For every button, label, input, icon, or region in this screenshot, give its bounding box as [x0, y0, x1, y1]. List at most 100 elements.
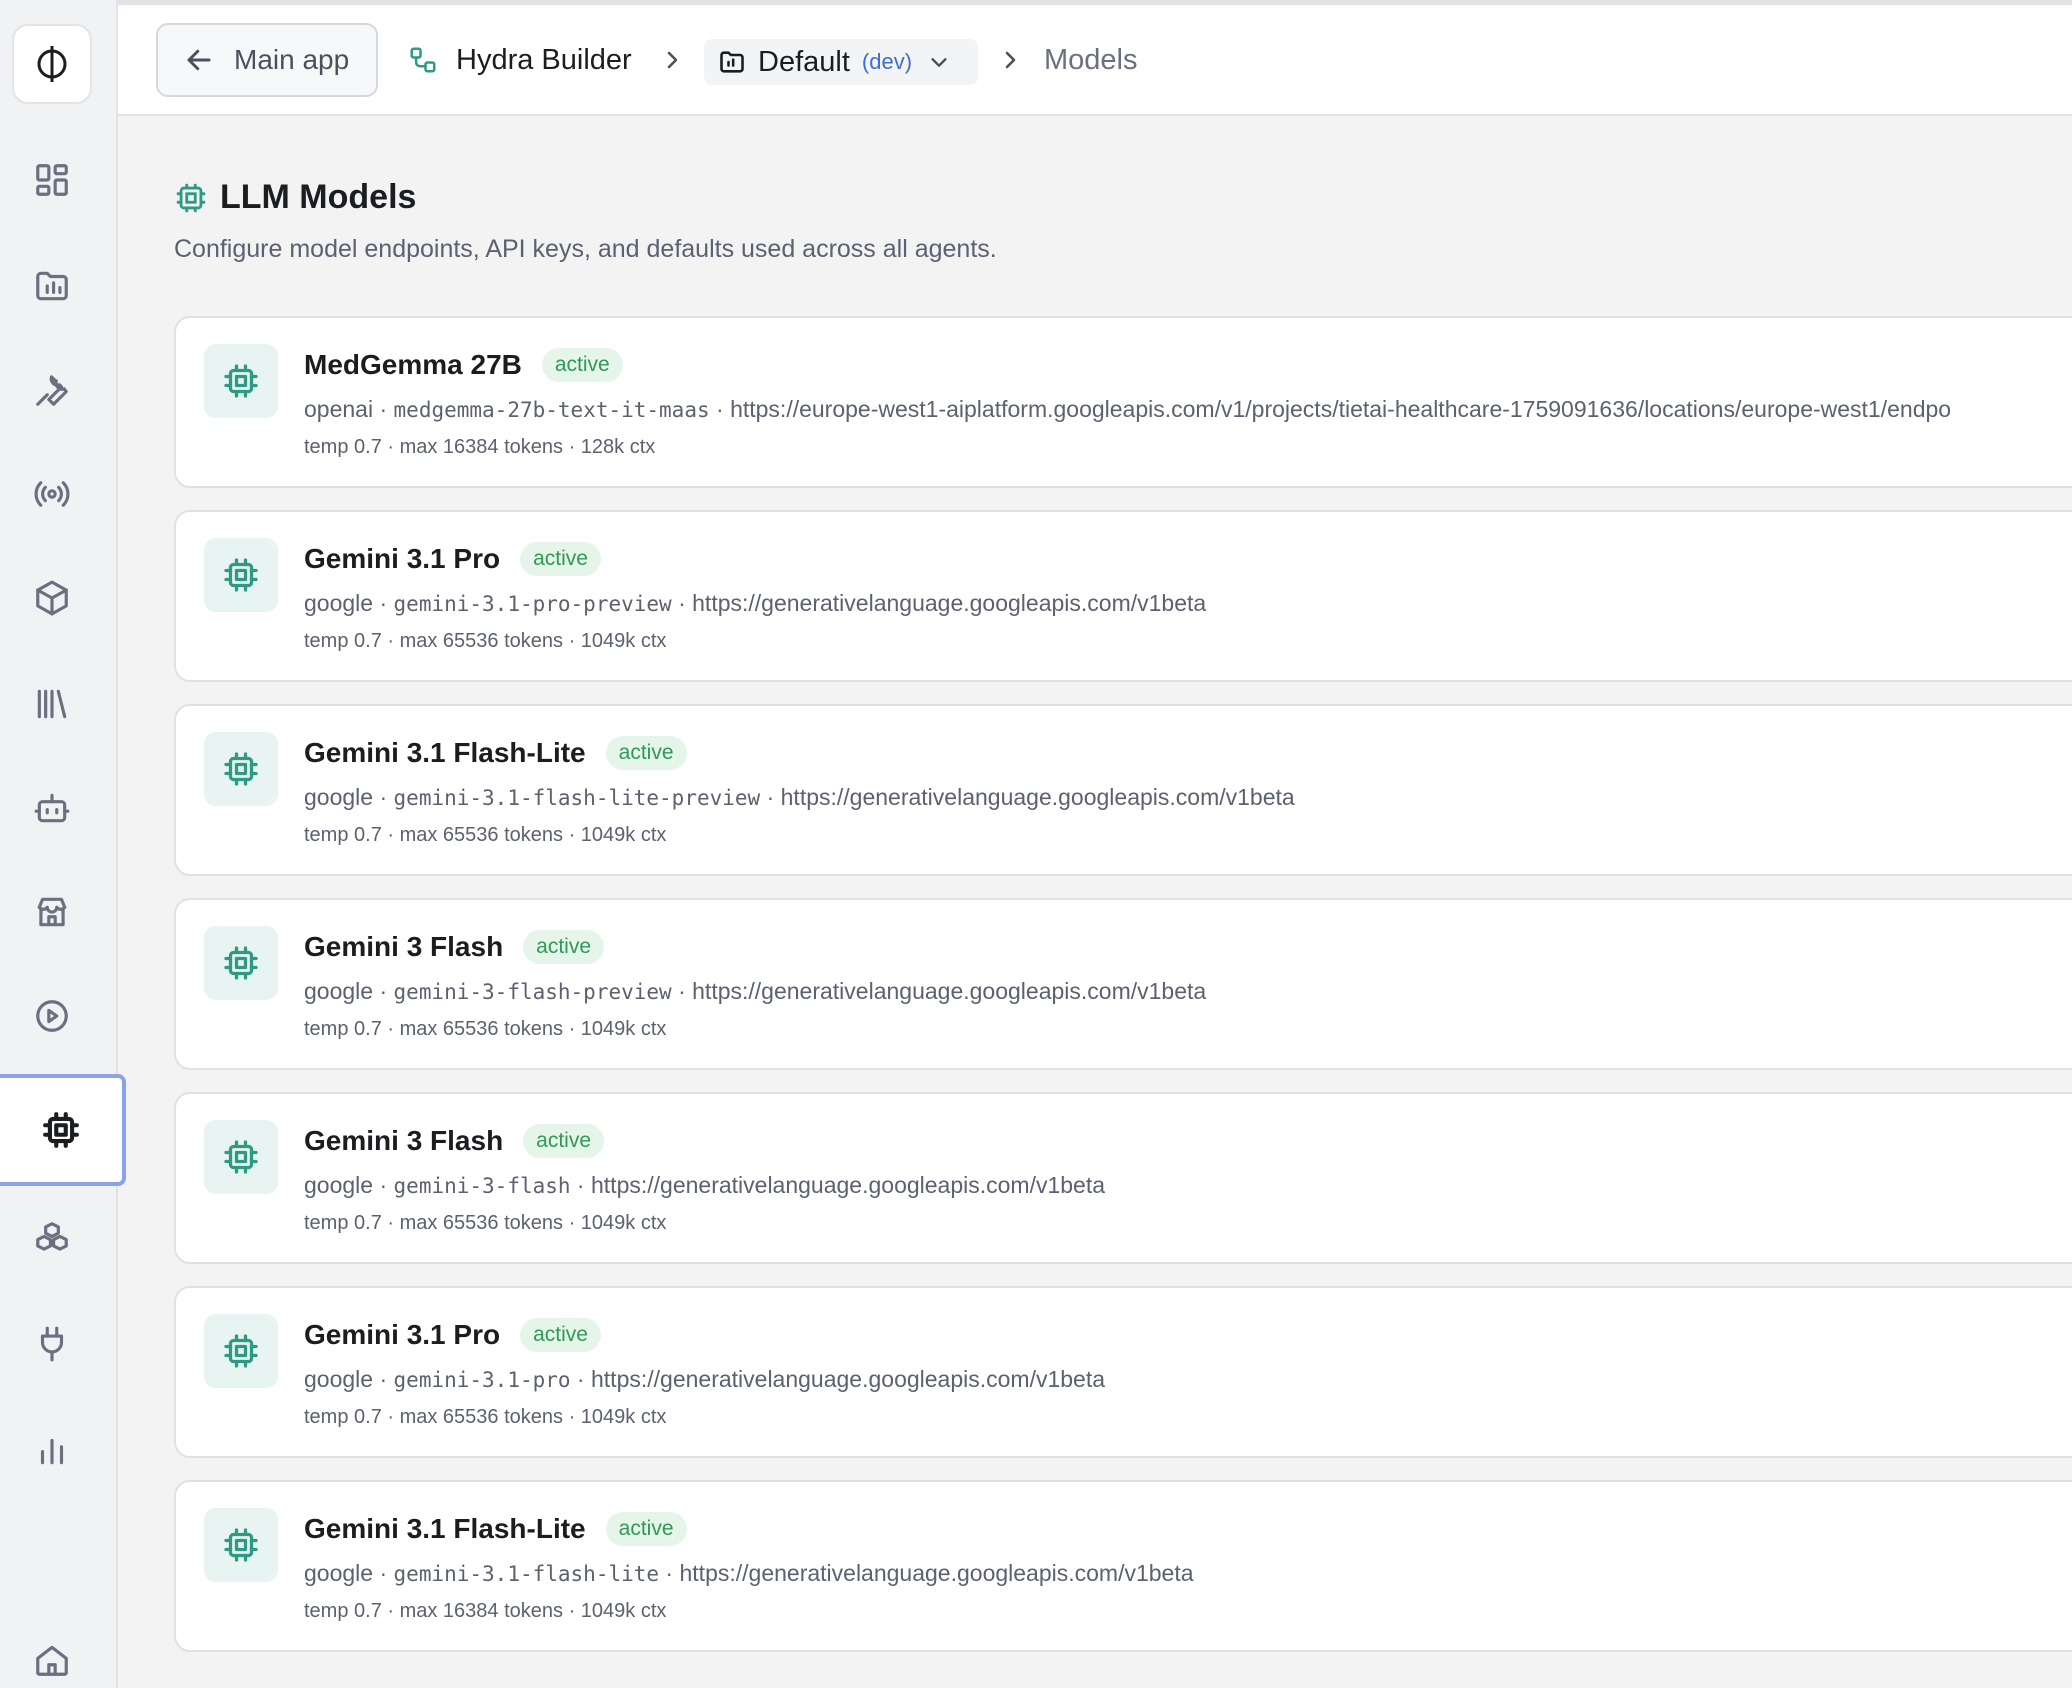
chevron-right-icon: [667, 51, 678, 69]
status-badge: active: [605, 1512, 687, 1546]
back-to-main-app-button[interactable]: Main app: [156, 23, 378, 97]
status-badge: active: [605, 736, 687, 770]
model-id: gemini-3.1-pro: [393, 1368, 571, 1392]
model-meta: temp 0.7 · max 65536 tokens · 1049k ctx: [304, 824, 667, 846]
nav-analytics[interactable]: [0, 1398, 104, 1502]
page-title: LLM Models: [174, 178, 997, 217]
model-name-row: Gemini 3 Flash active: [304, 1124, 605, 1158]
separator-dot: ·: [671, 978, 693, 1004]
model-name: Gemini 3.1 Pro: [304, 543, 501, 574]
model-endpoint: https://generativelanguage.googleapis.co…: [692, 590, 1207, 616]
separator-dot: ·: [373, 590, 394, 616]
separator-dot: ·: [373, 784, 394, 810]
model-provider: openai: [304, 396, 374, 422]
model-card[interactable]: Gemini 3.1 Flash-Lite active google · ge…: [174, 1480, 2072, 1652]
model-provider: google: [304, 978, 374, 1004]
separator-dot: ·: [373, 396, 394, 422]
model-card[interactable]: Gemini 3.1 Pro active google · gemini-3.…: [174, 1286, 2072, 1458]
model-name-row: MedGemma 27B active: [304, 348, 623, 382]
model-card[interactable]: Gemini 3 Flash active google · gemini-3-…: [174, 898, 2072, 1070]
nav-agents[interactable]: [0, 756, 104, 860]
model-card[interactable]: Gemini 3.1 Flash-Lite active google · ge…: [174, 704, 2072, 876]
status-badge: active: [541, 348, 623, 382]
model-name: MedGemma 27B: [304, 349, 522, 380]
model-endpoint: https://generativelanguage.googleapis.co…: [591, 1172, 1106, 1198]
model-id: gemini-3.1-flash-lite: [393, 1562, 660, 1586]
status-badge: active: [520, 542, 601, 576]
broadcast-icon: [34, 481, 70, 507]
nav-models[interactable]: [0, 1074, 126, 1186]
separator-dot: ·: [570, 1366, 591, 1392]
model-icon-tile: [204, 1120, 278, 1194]
separator-dot: ·: [373, 1172, 394, 1198]
home-icon: [36, 1645, 68, 1676]
library-icon: [37, 689, 67, 719]
nav-integrations[interactable]: [0, 1292, 104, 1396]
nav-projects[interactable]: [0, 234, 104, 338]
cpu-icon: [43, 1112, 79, 1148]
separator-dot: ·: [373, 978, 394, 1004]
model-icon-tile: [204, 1508, 278, 1582]
separator-dot: ·: [671, 590, 693, 616]
main-content: LLM Models Configure model endpoints, AP…: [118, 116, 2072, 1688]
nav-tools[interactable]: [0, 338, 104, 442]
model-meta: temp 0.7 · max 65536 tokens · 1049k ctx: [304, 1212, 667, 1234]
separator-dot: ·: [659, 1560, 680, 1586]
model-endpoint-line: google · gemini-3.1-pro-preview · https:…: [304, 590, 1206, 617]
nav-components[interactable]: [0, 1186, 104, 1290]
model-id: gemini-3.1-flash-lite-preview: [393, 786, 761, 810]
plug-icon: [40, 1326, 64, 1362]
status-badge: active: [523, 1124, 605, 1158]
breadcrumb-separator: [998, 25, 1022, 95]
model-name: Gemini 3.1 Pro: [304, 1319, 501, 1350]
model-provider: google: [304, 1560, 374, 1586]
model-endpoint: https://generativelanguage.googleapis.co…: [780, 784, 1295, 810]
model-endpoint-line: google · gemini-3-flash-preview · https:…: [304, 978, 1206, 1005]
cpu-icon: [224, 1528, 258, 1562]
nav-runs[interactable]: [0, 964, 104, 1068]
model-provider: google: [304, 1366, 374, 1392]
cpu-icon: [224, 364, 258, 398]
status-badge: active: [520, 1318, 601, 1352]
model-card[interactable]: Gemini 3.1 Pro active google · gemini-3.…: [174, 510, 2072, 682]
status-badge: active: [523, 930, 605, 964]
model-provider: google: [304, 590, 374, 616]
cpu-icon: [224, 752, 258, 786]
page-header: LLM Models Configure model endpoints, AP…: [174, 178, 997, 264]
nav-library[interactable]: [0, 652, 104, 756]
model-endpoint: https://generativelanguage.googleapis.co…: [591, 1366, 1106, 1392]
topbar: Main app Hydra Builder Default (dev) Mod…: [118, 0, 2072, 116]
model-icon-tile: [204, 1314, 278, 1388]
nav-home[interactable]: [0, 1608, 104, 1688]
nav-channels[interactable]: [0, 442, 104, 546]
breadcrumb-app[interactable]: Hydra Builder: [408, 25, 632, 95]
logo-icon: [37, 46, 67, 82]
model-id: gemini-3.1-pro-preview: [393, 592, 672, 616]
page-title-text: LLM Models: [220, 178, 417, 216]
model-card[interactable]: MedGemma 27B active openai · medgemma-27…: [174, 316, 2072, 488]
nav-dashboard[interactable]: [0, 128, 104, 232]
model-name: Gemini 3 Flash: [304, 1125, 504, 1156]
separator-dot: ·: [570, 1172, 591, 1198]
store-icon: [37, 897, 67, 927]
model-meta: temp 0.7 · max 65536 tokens · 1049k ctx: [304, 1018, 667, 1040]
nav-packages[interactable]: [0, 546, 104, 650]
model-card[interactable]: Gemini 3 Flash active google · gemini-3-…: [174, 1092, 2072, 1264]
folder-chart-icon: [36, 271, 68, 301]
model-icon-tile: [204, 344, 278, 418]
play-circle-icon: [36, 1000, 68, 1032]
nav-marketplace[interactable]: [0, 860, 104, 964]
environment-selector[interactable]: Default (dev): [704, 39, 978, 85]
cpu-icon: [224, 946, 258, 980]
wrench-icon: [36, 375, 68, 406]
logo[interactable]: [12, 24, 92, 104]
environment-tag: (dev): [861, 49, 913, 74]
model-name: Gemini 3 Flash: [304, 931, 504, 962]
back-button-label: Main app: [234, 44, 350, 75]
model-endpoint-line: openai · medgemma-27b-text-it-maas · htt…: [304, 396, 1951, 423]
bot-icon: [34, 793, 70, 823]
model-meta: temp 0.7 · max 65536 tokens · 1049k ctx: [304, 630, 667, 652]
model-endpoint: https://europe-west1-aiplatform.googleap…: [730, 396, 1952, 422]
model-id: medgemma-27b-text-it-maas: [393, 398, 710, 422]
model-icon-tile: [204, 732, 278, 806]
